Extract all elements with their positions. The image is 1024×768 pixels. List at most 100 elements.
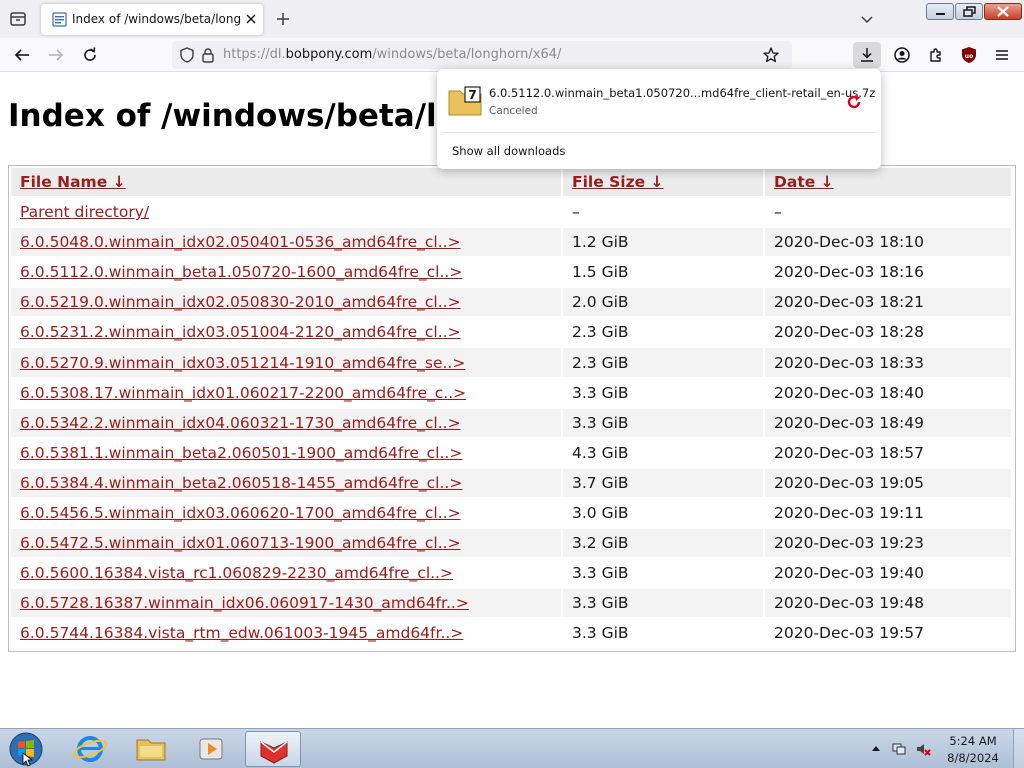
tab-active[interactable]: Index of /windows/beta/longhorn/x64/	[41, 4, 263, 35]
table-row: 6.0.5219.0.winmain_idx02.050830-2010_amd…	[11, 288, 1011, 317]
reload-icon[interactable]	[80, 45, 100, 65]
download-icon	[861, 48, 873, 62]
network-icon[interactable]	[891, 741, 907, 757]
retry-download-icon[interactable]	[845, 93, 863, 111]
file-name-cell: 6.0.5231.2.winmain_idx03.051004-2120_amd…	[11, 318, 561, 346]
url-text[interactable]: https://dl.bobpony.com/windows/beta/long…	[223, 47, 561, 62]
show-hidden-icons-icon[interactable]	[868, 741, 884, 757]
svg-text:uo: uo	[965, 53, 973, 60]
file-link[interactable]: 6.0.5048.0.winmain_idx02.050401-0536_amd…	[20, 233, 461, 251]
file-date-cell: 2020-Dec-03 19:05	[765, 468, 1011, 497]
close-tab-icon[interactable]	[242, 10, 260, 28]
chevron-down-icon[interactable]	[858, 10, 876, 28]
clock-time[interactable]: 5:24 AM	[940, 734, 1006, 748]
close-window-button[interactable]	[984, 3, 1022, 20]
page-favicon-icon	[52, 12, 67, 27]
file-link[interactable]: 6.0.5231.2.winmain_idx03.051004-2120_amd…	[20, 323, 461, 341]
file-name-cell: 6.0.5308.17.winmain_idx01.060217-2200_am…	[11, 379, 561, 407]
show-all-downloads-button[interactable]: Show all downloads	[452, 144, 565, 158]
table-body: Parent directory/ – – 6.0.5048.0.winmain…	[11, 198, 1011, 647]
file-link[interactable]: 6.0.5219.0.winmain_idx02.050830-2010_amd…	[20, 293, 461, 311]
hamburger-menu-icon[interactable]	[992, 45, 1012, 65]
file-size-cell: 1.2 GiB	[563, 228, 763, 257]
account-icon[interactable]	[892, 45, 912, 65]
sort-by-size-link[interactable]: File Size ↓	[572, 173, 664, 191]
taskbar-file-explorer[interactable]	[123, 731, 179, 767]
sort-by-name-link[interactable]: File Name ↓	[20, 173, 126, 191]
url-prefix: dl.	[269, 47, 286, 62]
file-name-cell: 6.0.5342.2.winmain_idx04.060321-1730_amd…	[11, 408, 561, 437]
clock-date[interactable]: 8/8/2024	[940, 751, 1006, 765]
file-link[interactable]: 6.0.5600.16384.vista_rc1.060829-2230_amd…	[20, 564, 453, 582]
file-size-cell: 1.5 GiB	[572, 263, 629, 282]
table-row: 6.0.5728.16387.winmain_idx06.060917-1430…	[11, 589, 1011, 618]
show-desktop-button[interactable]	[1013, 729, 1024, 768]
file-size-cell: 3.2 GiB	[563, 529, 763, 558]
bookmark-star-icon[interactable]	[762, 46, 780, 64]
file-date-cell: 2020-Dec-03 19:57	[774, 624, 924, 643]
file-name-cell: 6.0.5048.0.winmain_idx02.050401-0536_amd…	[11, 228, 561, 257]
file-size-cell: –	[572, 203, 580, 222]
file-size-cell: 4.3 GiB	[572, 443, 629, 462]
table-row: 6.0.5381.1.winmain_beta2.060501-1900_amd…	[11, 439, 1011, 467]
shield-icon[interactable]	[178, 46, 196, 64]
downloads-button[interactable]	[853, 42, 881, 68]
address-bar[interactable]: https://dl.bobpony.com/windows/beta/long…	[172, 41, 792, 69]
file-link[interactable]: 6.0.5728.16387.winmain_idx06.060917-1430…	[20, 594, 469, 612]
start-button-icon[interactable]	[7, 731, 45, 767]
restore-button[interactable]	[955, 3, 983, 20]
column-header-name: File Name ↓	[11, 168, 561, 196]
taskbar-browser[interactable]	[245, 731, 301, 767]
file-link[interactable]: 6.0.5384.4.winmain_beta2.060518-1455_amd…	[20, 474, 462, 492]
new-tab-icon[interactable]	[274, 10, 292, 28]
extensions-puzzle-icon[interactable]	[926, 45, 946, 65]
downloads-panel: 7 6.0.5112.0.winmain_beta1.050720...md64…	[437, 69, 881, 169]
table-row: 6.0.5456.5.winmain_idx03.060620-1700_amd…	[11, 499, 1011, 527]
file-size-cell: 3.3 GiB	[563, 589, 763, 618]
url-path: /windows/beta/longhorn/x64/	[372, 47, 562, 62]
table-row: 6.0.5048.0.winmain_idx02.050401-0536_amd…	[11, 228, 1011, 257]
minimize-button[interactable]	[926, 3, 954, 20]
file-link[interactable]: 6.0.5112.0.winmain_beta1.050720-1600_amd…	[20, 263, 462, 281]
file-link[interactable]: 6.0.5472.5.winmain_idx01.060713-1900_amd…	[20, 534, 461, 552]
file-link[interactable]: 6.0.5456.5.winmain_idx03.060620-1700_amd…	[20, 504, 461, 522]
volume-muted-icon[interactable]	[915, 741, 931, 757]
parent-directory-link[interactable]: Parent directory/	[20, 203, 149, 221]
ublock-origin-icon[interactable]: uo	[959, 45, 979, 65]
file-name-cell: 6.0.5384.4.winmain_beta2.060518-1455_amd…	[11, 468, 561, 497]
table-row: 6.0.5600.16384.vista_rc1.060829-2230_amd…	[11, 559, 1011, 587]
file-size-cell: 3.3 GiB	[572, 624, 629, 643]
file-link[interactable]: 6.0.5381.1.winmain_beta2.060501-1900_amd…	[20, 444, 462, 462]
7z-archive-icon[interactable]: 7	[448, 86, 482, 116]
download-filename[interactable]: 6.0.5112.0.winmain_beta1.050720...md64fr…	[489, 86, 875, 100]
internet-explorer-icon	[72, 736, 108, 762]
tab-list-icon[interactable]	[8, 9, 28, 29]
navigation-toolbar: https://dl.bobpony.com/windows/beta/long…	[0, 38, 1024, 72]
restore-icon	[963, 6, 976, 17]
file-name-cell: 6.0.5456.5.winmain_idx03.060620-1700_amd…	[11, 499, 561, 527]
taskbar-internet-explorer[interactable]	[62, 731, 118, 767]
file-link[interactable]: 6.0.5744.16384.vista_rtm_edw.061003-1945…	[20, 624, 463, 642]
lock-icon[interactable]	[199, 46, 217, 64]
file-link[interactable]: 6.0.5342.2.winmain_idx04.060321-1730_amd…	[20, 414, 461, 432]
table-row: 6.0.5270.9.winmain_idx03.051214-1910_amd…	[11, 348, 1011, 377]
browser-app-icon	[260, 741, 288, 764]
minimize-icon	[936, 13, 945, 15]
file-link[interactable]: 6.0.5270.9.winmain_idx03.051214-1910_amd…	[20, 354, 465, 372]
downloads-divider	[443, 132, 875, 133]
taskbar-media-player[interactable]	[184, 731, 240, 767]
sort-by-date-link[interactable]: Date ↓	[774, 173, 834, 191]
file-link[interactable]: 6.0.5308.17.winmain_idx01.060217-2200_am…	[20, 384, 466, 402]
table-header-row: File Name ↓ File Size ↓ Date ↓	[11, 168, 1011, 196]
table-row: 6.0.5112.0.winmain_beta1.050720-1600_amd…	[11, 258, 1011, 286]
file-name-cell: 6.0.5270.9.winmain_idx03.051214-1910_amd…	[11, 348, 561, 377]
file-listing-table: File Name ↓ File Size ↓ Date ↓ Parent di…	[8, 165, 1016, 652]
file-date-cell: 2020-Dec-03 18:21	[765, 288, 1011, 317]
close-icon	[997, 6, 1009, 17]
forward-arrow-icon[interactable]	[46, 45, 66, 65]
file-date-cell: 2020-Dec-03 18:10	[765, 228, 1011, 257]
back-arrow-icon[interactable]	[12, 45, 32, 65]
file-date-cell: 2020-Dec-03 18:28	[774, 323, 924, 342]
column-header-size: File Size ↓	[563, 168, 763, 196]
file-date-cell: 2020-Dec-03 18:57	[774, 443, 924, 462]
